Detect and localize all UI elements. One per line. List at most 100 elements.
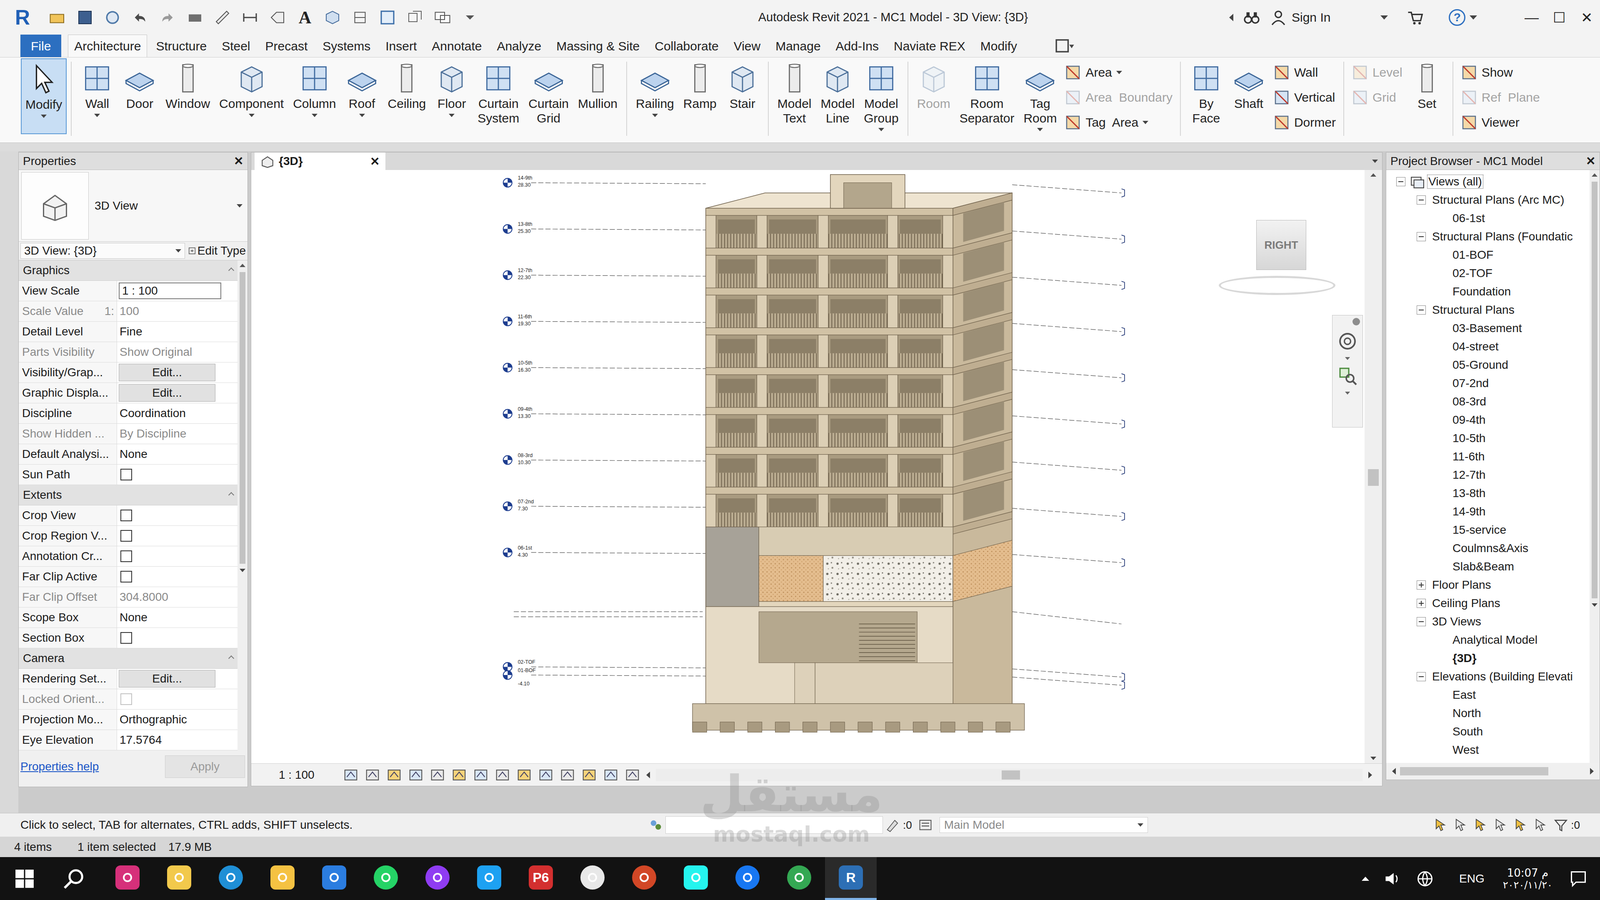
checkbox[interactable] <box>120 570 133 583</box>
workset-field[interactable] <box>665 816 883 834</box>
ribbon-tab[interactable]: Add-Ins <box>829 34 885 58</box>
tree-item[interactable]: Foundation <box>1386 282 1590 301</box>
ribbon-tool[interactable]: Curtain System <box>472 57 524 143</box>
level-line[interactable] <box>513 611 703 612</box>
open-icon[interactable] <box>46 6 69 29</box>
expand-toggle-icon[interactable] <box>1416 617 1426 627</box>
ribbon-tab[interactable]: Analyze <box>490 34 548 58</box>
view-control-icon[interactable] <box>624 767 641 783</box>
scroll-up-icon[interactable] <box>239 263 246 268</box>
ribbon-tab[interactable]: Insert <box>379 34 423 58</box>
tab-list-arrow-icon[interactable] <box>1372 159 1378 163</box>
store-app-icon[interactable] <box>308 857 360 900</box>
ribbon-tab[interactable]: Massing & Site <box>550 34 646 58</box>
revit-logo[interactable]: R <box>15 5 35 30</box>
tree-item[interactable]: 06-1st <box>1386 209 1590 228</box>
filter-icon[interactable] <box>1553 817 1569 833</box>
selection-option-icon[interactable] <box>1453 817 1469 833</box>
help-menu-arrow-icon[interactable] <box>1469 15 1478 20</box>
level-marker[interactable]: 11-6th19.30 <box>503 313 1125 336</box>
property-value[interactable]: 100 <box>117 301 238 322</box>
ribbon-tool[interactable]: By Face <box>1185 57 1228 143</box>
property-value[interactable] <box>117 627 238 648</box>
property-value[interactable] <box>117 689 238 710</box>
dropdown-arrow-icon[interactable] <box>1037 127 1043 132</box>
save-icon[interactable] <box>74 6 96 29</box>
ribbon-tool[interactable]: Column <box>288 57 341 143</box>
close-button[interactable]: ✕ <box>1585 154 1596 168</box>
switchwin-icon[interactable] <box>431 6 454 29</box>
closehidden-icon[interactable] <box>406 9 424 26</box>
instance-selector[interactable]: 3D View: {3D} <box>20 242 185 259</box>
edit-type-button[interactable]: Edit Type <box>188 244 246 258</box>
property-value[interactable] <box>117 566 238 587</box>
view-control-icon[interactable] <box>342 767 359 783</box>
edit-button[interactable]: Edit... <box>118 670 216 688</box>
tree-item[interactable]: Floor Plans <box>1386 575 1590 595</box>
dropdown-arrow-icon[interactable] <box>1345 391 1350 395</box>
expand-toggle-icon[interactable] <box>1416 195 1426 205</box>
ribbon-small-tool[interactable]: Area Boundary <box>1064 87 1173 108</box>
view-cube[interactable]: RIGHT <box>1218 220 1344 295</box>
property-value[interactable]: None <box>117 607 238 628</box>
model-3d-view[interactable]: 14-9th28.3013-8th25.3012-7th22.3011-6th1… <box>251 170 1365 764</box>
tree-item[interactable]: Views (all) <box>1386 172 1590 191</box>
editable-only-icon[interactable] <box>885 817 901 833</box>
expand-toggle-icon[interactable] <box>1396 177 1406 187</box>
section-icon[interactable] <box>351 9 369 26</box>
ribbon-tool[interactable]: Roof <box>340 57 384 143</box>
property-group-header[interactable]: Graphics <box>18 260 238 281</box>
scroll-left-icon[interactable] <box>1392 767 1396 775</box>
selection-option-icon[interactable] <box>1513 817 1529 833</box>
scroll-up-icon[interactable] <box>1370 173 1377 177</box>
tree-item[interactable]: 05-Ground <box>1386 355 1590 375</box>
view-horizontal-scrollbar[interactable] <box>655 768 1363 782</box>
collapse-icon[interactable] <box>228 267 235 274</box>
dropdown-arrow-icon[interactable] <box>359 113 365 118</box>
level-line[interactable] <box>513 616 703 618</box>
print-icon[interactable] <box>184 6 206 29</box>
ribbon-tool[interactable]: Model Group <box>859 57 903 143</box>
drawing-canvas[interactable]: 14-9th28.3013-8th25.3012-7th22.3011-6th1… <box>251 170 1365 764</box>
ribbon-tool[interactable]: Wall <box>75 57 119 143</box>
pen-app-icon[interactable] <box>153 857 205 900</box>
ribbon-minimize-icon[interactable] <box>1055 34 1075 58</box>
tree-item[interactable]: Structural Plans <box>1386 300 1590 320</box>
window-control-button[interactable]: ✕ <box>1576 7 1597 28</box>
more-icon[interactable] <box>459 6 481 29</box>
checkbox[interactable] <box>120 468 133 481</box>
ribbon-tab[interactable]: Architecture <box>67 34 148 58</box>
scroll-right-icon[interactable] <box>1590 767 1594 775</box>
view-scale-button[interactable]: 1 : 100 <box>278 768 329 782</box>
tree-item[interactable]: 04-street <box>1386 337 1590 356</box>
ribbon-tool[interactable]: Room <box>912 57 955 143</box>
network-globe-icon[interactable] <box>1415 869 1435 888</box>
undo-icon[interactable] <box>129 6 151 29</box>
save-icon[interactable] <box>76 9 94 26</box>
expand-toggle-icon[interactable] <box>1416 672 1426 682</box>
tree-item[interactable]: {3D} <box>1386 649 1590 668</box>
view-control-icon[interactable] <box>386 767 403 783</box>
ribbon-tab[interactable]: Steel <box>215 34 257 58</box>
property-value[interactable]: Orthographic <box>117 709 238 730</box>
window-control-button[interactable]: — <box>1521 7 1542 28</box>
switchwin-icon[interactable] <box>434 9 451 26</box>
ribbon-tool[interactable]: Model Line <box>816 57 860 143</box>
twitter-app-icon[interactable] <box>463 857 515 900</box>
tree-item[interactable]: Coulmns&Axis <box>1386 539 1590 558</box>
dropdown-arrow-icon[interactable] <box>1137 823 1144 827</box>
property-value[interactable]: Coordination <box>117 403 238 424</box>
chatgpt-app-icon[interactable] <box>566 857 619 900</box>
back-arrow-icon[interactable] <box>1229 13 1234 22</box>
edit-button[interactable]: Edit... <box>118 384 216 402</box>
open-icon[interactable] <box>49 9 66 26</box>
view-control-icon[interactable] <box>494 767 511 783</box>
scroll-thumb[interactable] <box>1367 469 1379 486</box>
redo-icon[interactable] <box>159 9 176 26</box>
scroll-down-icon[interactable] <box>1591 603 1598 607</box>
design-option-dropdown[interactable]: Main Model <box>939 817 1148 833</box>
ribbon-tab[interactable]: File <box>20 34 62 58</box>
property-value[interactable]: Edit... <box>117 362 238 383</box>
property-group-header[interactable]: Camera <box>18 648 238 669</box>
tree-item[interactable]: West <box>1386 740 1590 760</box>
